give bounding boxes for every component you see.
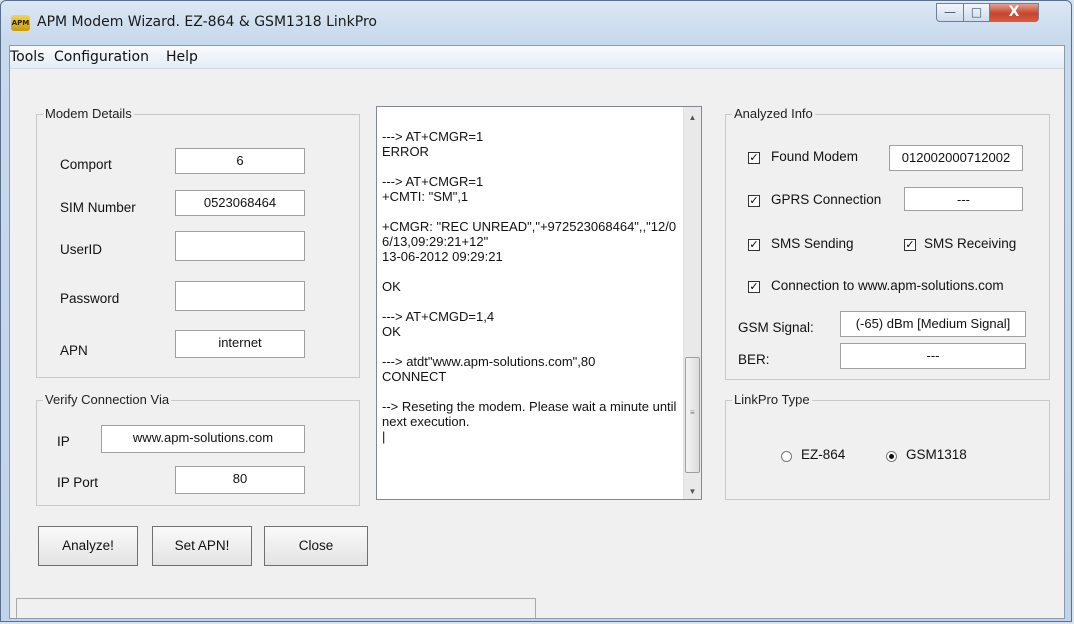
ber-field[interactable]: ---	[840, 343, 1026, 369]
ez864-label: EZ-864	[801, 447, 846, 462]
gsm1318-label: GSM1318	[906, 447, 967, 462]
title-bar[interactable]: APM APM Modem Wizard. EZ-864 & GSM1318 L…	[1, 1, 1071, 45]
status-bar	[16, 598, 536, 618]
sim-number-field[interactable]: 0523068464	[175, 190, 305, 216]
menu-bar: Tools Configuration Help	[10, 46, 1064, 69]
comport-field[interactable]: 6	[175, 148, 305, 174]
gsm-signal-label: GSM Signal:	[738, 320, 814, 335]
menu-configuration[interactable]: Configuration	[54, 49, 149, 65]
apn-label: APN	[60, 343, 88, 358]
sms-receiving-checkbox[interactable]: ✓	[904, 239, 916, 251]
close-icon: X	[1008, 4, 1020, 20]
analyze-button[interactable]: Analyze!	[38, 526, 138, 566]
sms-sending-checkbox[interactable]: ✓	[748, 239, 760, 251]
scroll-up-icon[interactable]: ▲	[684, 113, 701, 122]
comport-label: Comport	[60, 157, 112, 172]
gprs-field[interactable]: ---	[904, 187, 1023, 211]
log-scrollbar[interactable]: ▲ ≡ ▼	[683, 107, 701, 499]
analyzed-info-legend: Analyzed Info	[732, 106, 815, 121]
app-icon: APM	[11, 15, 30, 31]
connection-checkbox[interactable]: ✓	[748, 281, 760, 293]
close-button[interactable]: Close	[264, 526, 368, 566]
userid-field[interactable]	[175, 231, 305, 261]
gsm1318-radio[interactable]	[886, 451, 897, 462]
connection-label: Connection to www.apm-solutions.com	[771, 278, 1004, 293]
sms-receiving-label: SMS Receiving	[924, 236, 1017, 251]
sim-number-label: SIM Number	[60, 200, 136, 215]
apn-field[interactable]: internet	[175, 330, 305, 358]
password-label: Password	[60, 291, 120, 306]
found-modem-field[interactable]: 012002000712002	[889, 145, 1023, 171]
minimize-button[interactable]: —	[936, 3, 964, 22]
grip-icon: ≡	[690, 408, 695, 417]
verify-connection-group: Verify Connection Via IP www.apm-solutio…	[36, 392, 360, 506]
scroll-thumb[interactable]: ≡	[685, 357, 700, 473]
menu-tools[interactable]: Tools	[10, 49, 45, 65]
scroll-down-icon[interactable]: ▼	[684, 487, 701, 496]
close-window-button[interactable]: X	[989, 3, 1039, 22]
ber-label: BER:	[738, 352, 770, 367]
ip-port-field[interactable]: 80	[175, 466, 305, 494]
set-apn-button[interactable]: Set APN!	[152, 526, 252, 566]
gsm-signal-field[interactable]: (-65) dBm [Medium Signal]	[840, 311, 1026, 337]
found-modem-label: Found Modem	[771, 149, 859, 164]
modem-details-group: Modem Details Comport 6 SIM Number 05230…	[36, 106, 360, 378]
menu-help[interactable]: Help	[166, 49, 198, 65]
modem-details-legend: Modem Details	[43, 106, 134, 121]
window-title: APM Modem Wizard. EZ-864 & GSM1318 LinkP…	[37, 14, 377, 30]
client-area: Tools Configuration Help Modem Details C…	[9, 45, 1065, 619]
minimize-icon: —	[944, 5, 956, 19]
log-textbox[interactable]: ---> AT+CMGR=1 ERROR ---> AT+CMGR=1 +CMT…	[376, 106, 702, 500]
ez864-radio[interactable]	[781, 451, 792, 462]
verify-connection-legend: Verify Connection Via	[43, 392, 172, 407]
log-text: ---> AT+CMGR=1 ERROR ---> AT+CMGR=1 +CMT…	[382, 129, 677, 444]
linkpro-type-group: LinkPro Type EZ-864 GSM1318	[725, 392, 1050, 500]
found-modem-checkbox[interactable]: ✓	[748, 152, 760, 164]
userid-label: UserID	[60, 242, 103, 257]
gprs-checkbox[interactable]: ✓	[748, 195, 760, 207]
maximize-icon: □	[970, 5, 983, 19]
maximize-button[interactable]: □	[963, 3, 990, 22]
ip-label: IP	[57, 434, 70, 449]
ip-field[interactable]: www.apm-solutions.com	[101, 425, 305, 453]
password-field[interactable]	[175, 281, 305, 311]
linkpro-type-legend: LinkPro Type	[732, 392, 812, 407]
sms-sending-label: SMS Sending	[771, 236, 854, 251]
gprs-label: GPRS Connection	[771, 192, 882, 207]
analyzed-info-group: Analyzed Info ✓ Found Modem 012002000712…	[725, 106, 1050, 380]
radio-selected-icon	[889, 454, 894, 459]
app-window: APM APM Modem Wizard. EZ-864 & GSM1318 L…	[0, 0, 1072, 622]
ip-port-label: IP Port	[57, 475, 99, 490]
